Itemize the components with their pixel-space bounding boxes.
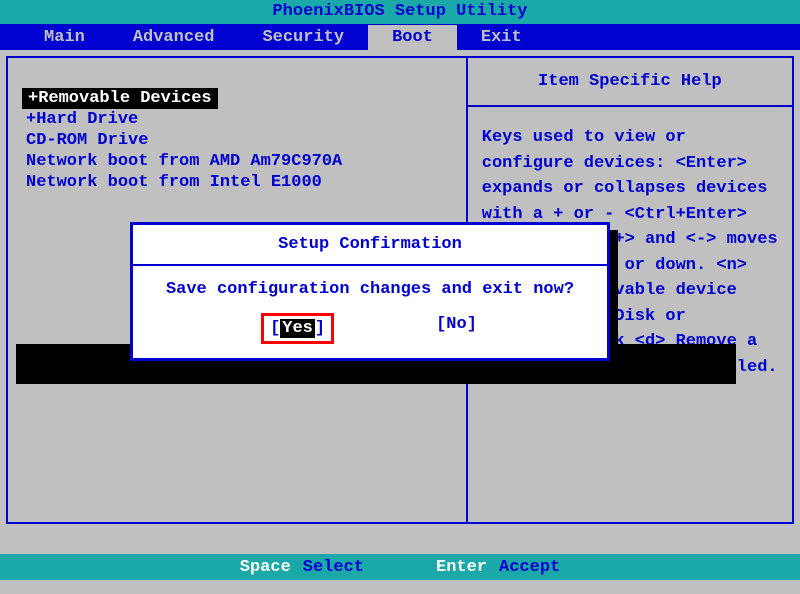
footer-action-select: Select (303, 558, 364, 577)
menu-exit[interactable]: Exit (457, 25, 546, 50)
dialog-title: Setup Confirmation (133, 225, 607, 266)
boot-item-removable[interactable]: +Removable Devices (22, 88, 218, 109)
help-header: Item Specific Help (468, 58, 792, 107)
app-title: PhoenixBIOS Setup Utility (272, 2, 527, 21)
boot-item-net-amd[interactable]: Network boot from AMD Am79C970A (18, 151, 456, 172)
menu-advanced[interactable]: Advanced (109, 25, 239, 50)
confirmation-dialog: Setup Confirmation Save configuration ch… (130, 222, 610, 361)
boot-item-harddrive[interactable]: +Hard Drive (18, 109, 456, 130)
no-button[interactable]: [No] (434, 313, 479, 344)
footer-key-space: Space (240, 558, 291, 577)
yes-button[interactable]: [Yes] (261, 313, 334, 344)
menu-boot[interactable]: Boot (368, 25, 457, 50)
menu-security[interactable]: Security (238, 25, 368, 50)
boot-item-cdrom[interactable]: CD-ROM Drive (18, 130, 456, 151)
dialog-buttons: [Yes] [No] (133, 307, 607, 358)
footer-key-enter: Enter (436, 558, 487, 577)
menu-main[interactable]: Main (20, 25, 109, 50)
dialog-message: Save configuration changes and exit now? (133, 266, 607, 307)
boot-item-net-intel[interactable]: Network boot from Intel E1000 (18, 172, 456, 193)
menu-bar: Main Advanced Security Boot Exit (0, 24, 800, 50)
title-bar: PhoenixBIOS Setup Utility (0, 0, 800, 24)
footer-bar: Space Select Enter Accept (0, 554, 800, 580)
footer-action-accept: Accept (499, 558, 560, 577)
